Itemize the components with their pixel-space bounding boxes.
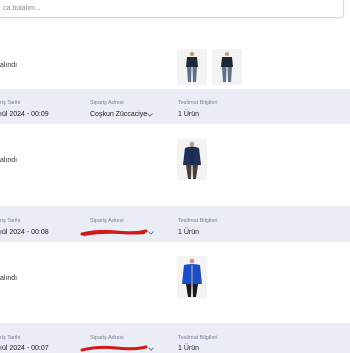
product-thumbnail[interactable] <box>177 139 207 180</box>
order-status-text: alındı <box>0 157 18 164</box>
chevron-down-icon[interactable] <box>148 230 154 236</box>
blue-zip-jacket-photo-icon <box>177 256 207 298</box>
order-status-row: alındı <box>0 124 350 206</box>
navy-puffer-jacket-photo-icon <box>177 139 207 180</box>
delivery-info-value: 1 Ürün <box>178 229 200 236</box>
order-address-label: Sipariş Adresi <box>90 335 124 341</box>
order-status-row: alındı <box>0 22 350 88</box>
navy-sweater-jeans-outfit-photo-icon <box>177 49 207 85</box>
order-date-label: riş Tarihi <box>0 335 21 341</box>
delivery-info-label: Teslimat Bilgileri <box>178 218 218 224</box>
order-status-text: alındı <box>0 275 18 282</box>
order-date-value: ıül 2024 - 00:09 <box>0 111 49 118</box>
order-date-value: ıül 2024 - 00:07 <box>0 345 49 352</box>
redacted-address-scribble <box>80 345 148 352</box>
order-date-label: riş Tarihi <box>0 218 21 224</box>
order-status-text: alındı <box>0 62 18 69</box>
product-thumbnail[interactable] <box>212 49 242 85</box>
order-info-bar: riş Tarihi ıül 2024 - 00:08 Sipariş Adre… <box>0 206 350 242</box>
product-thumbnail[interactable] <box>177 49 207 85</box>
order-info-bar: riş Tarihi ıül 2024 - 00:09 Sipariş Adre… <box>0 89 350 124</box>
order-info-bar: riş Tarihi ıül 2024 - 00:07 Sipariş Adre… <box>0 323 350 353</box>
order-status-row: alındı <box>0 242 350 323</box>
navy-sweater-jeans-outfit-photo-icon <box>212 49 242 85</box>
delivery-info-label: Teslimat Bilgileri <box>178 100 218 106</box>
search-field[interactable] <box>0 0 344 18</box>
order-address-label: Sipariş Adresi <box>90 218 124 224</box>
redacted-address-scribble <box>80 229 148 236</box>
product-thumbnail[interactable] <box>177 256 207 298</box>
order-date-value: ıül 2024 - 00:08 <box>0 229 49 236</box>
delivery-info-label: Teslimat Bilgileri <box>178 335 218 341</box>
chevron-down-icon[interactable] <box>147 112 153 118</box>
chevron-down-icon[interactable] <box>148 346 154 352</box>
order-address-value[interactable]: Coşkun Züccaciye <box>90 111 147 118</box>
delivery-info-value: 1 Ürün <box>178 111 200 118</box>
order-address-label: Sipariş Adresi <box>90 100 124 106</box>
order-date-label: riş Tarihi <box>0 100 21 106</box>
delivery-info-value: 1 Ürün <box>178 345 200 352</box>
search-input[interactable] <box>0 0 343 12</box>
